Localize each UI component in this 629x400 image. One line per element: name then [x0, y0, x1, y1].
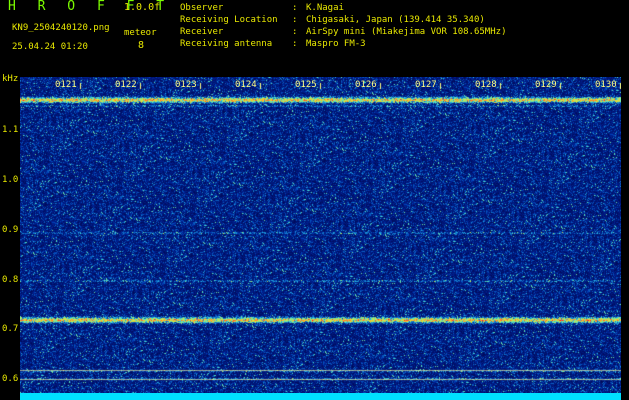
info-separator: :	[292, 15, 298, 25]
info-row-antenna: Receiving antenna: Maspro FM-3	[180, 38, 506, 50]
x-tick-label: 0124	[235, 80, 257, 90]
observation-datetime: 25.04.24 01:20	[12, 42, 88, 52]
info-key: Receiving Location	[180, 15, 278, 25]
info-key: Observer	[180, 3, 224, 13]
info-separator: :	[292, 39, 298, 49]
info-value: Chigasaki, Japan (139.414 35.340)	[306, 15, 485, 25]
info-key: Receiver	[180, 27, 224, 37]
x-tick-label: 0121	[55, 80, 77, 90]
x-tick-label: 0129	[535, 80, 557, 90]
info-row-observer: Observer: K.Nagai	[180, 2, 506, 14]
x-tick-label: 0126	[355, 80, 377, 90]
y-tick-label: 0.8	[2, 275, 19, 285]
info-value: K.Nagai	[306, 3, 344, 13]
info-separator: :	[292, 27, 298, 37]
info-row-receiver: Receiver: AirSpy mini (Miakejima VOR 108.…	[180, 26, 506, 38]
info-row-location: Receiving Location: Chigasaki, Japan (139…	[180, 14, 506, 26]
baseline-bar	[20, 393, 621, 400]
spectrogram-canvas	[20, 77, 621, 393]
info-separator: :	[292, 3, 298, 13]
info-key: Receiving antenna	[180, 39, 273, 49]
x-tick-label: 0127	[415, 80, 437, 90]
meteor-count-value: 8	[138, 40, 145, 51]
y-tick-label: 0.6	[2, 374, 19, 384]
x-tick-label: 0122	[115, 80, 137, 90]
y-tick-label: 1.0	[2, 175, 19, 185]
y-axis-unit: kHz	[2, 74, 19, 84]
info-value: AirSpy mini (Miakejima VOR 108.65MHz)	[306, 27, 507, 37]
meteor-count-label: meteor	[124, 28, 157, 38]
x-tick-label: 0123	[175, 80, 197, 90]
x-tick-label: 0125	[295, 80, 317, 90]
x-tick-label: 0128	[475, 80, 497, 90]
station-info: Observer: K.Nagai Receiving Location: Chig…	[180, 2, 506, 50]
version-label: 1.0.0f	[124, 2, 161, 13]
x-tick-label: 0130	[595, 80, 617, 90]
y-tick-label: 0.7	[2, 324, 19, 334]
info-value: Maspro FM-3	[306, 39, 366, 49]
y-tick-label: 1.1	[2, 125, 19, 135]
image-filename: KN9_2504240120.png	[12, 23, 110, 33]
y-tick-label: 0.9	[2, 225, 19, 235]
